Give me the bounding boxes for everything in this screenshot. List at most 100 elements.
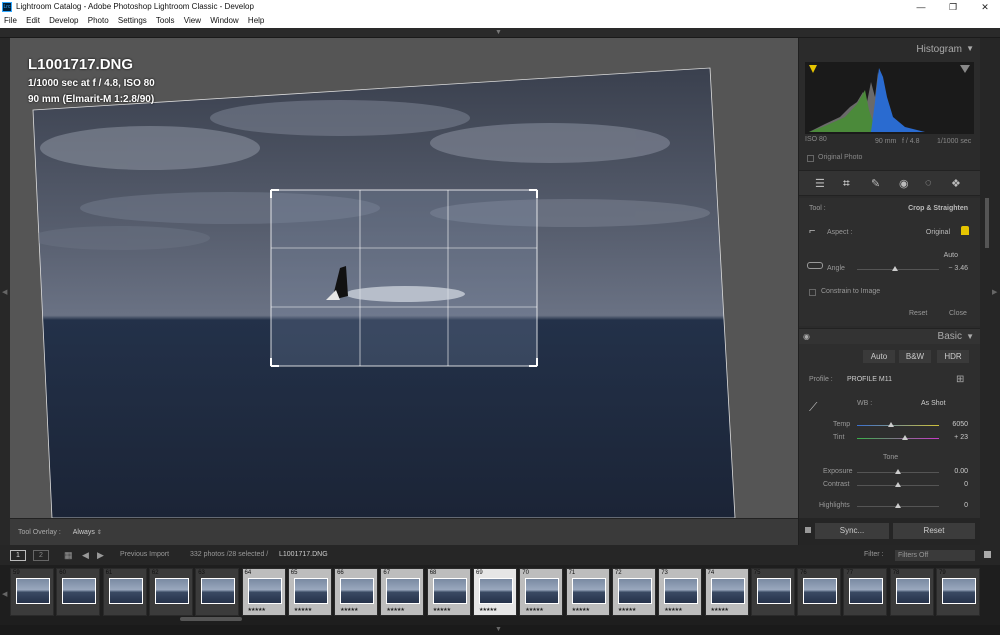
maximize-button[interactable]: ❐ (938, 0, 968, 14)
temp-slider-knob[interactable] (888, 422, 894, 427)
eye-icon[interactable]: ◉ (803, 332, 810, 341)
filmstrip-scroll-thumb[interactable] (180, 617, 242, 621)
filmstrip-thumbnail[interactable]: 77 (843, 568, 888, 616)
masking-icon[interactable]: ◌ (925, 177, 932, 189)
temp-value[interactable]: 6050 (952, 421, 968, 428)
filmstrip-thumbnail[interactable]: 64 ★★★★★ (241, 568, 286, 616)
basic-hdr-button[interactable]: HDR (937, 350, 969, 363)
contrast-value[interactable]: 0 (964, 481, 968, 488)
filmstrip-thumbnail[interactable]: 72 ★★★★★ (611, 568, 656, 616)
filmstrip-thumbnail[interactable]: 67 ★★★★★ (380, 568, 425, 616)
highlights-value[interactable]: 0 (964, 502, 968, 509)
straighten-tool-icon[interactable] (807, 262, 823, 269)
filmstrip-thumbnail[interactable]: 63 (195, 568, 240, 616)
lock-icon[interactable] (961, 226, 969, 235)
filmstrip-thumbnail[interactable]: 65 ★★★★★ (287, 568, 332, 616)
original-photo-checkbox[interactable] (807, 155, 814, 162)
filmstrip-left-arrow[interactable]: ◀ (2, 590, 7, 598)
presets-icon[interactable]: ❖ (951, 177, 961, 190)
right-panel-scrollbar[interactable]: ▶ (980, 38, 1000, 545)
crop-close-button[interactable]: Close (949, 310, 967, 317)
basic-bw-button[interactable]: B&W (899, 350, 931, 363)
chevron-down-icon[interactable]: ▼ (966, 44, 974, 53)
close-window-button[interactable]: ✕ (970, 0, 1000, 14)
histogram-title[interactable]: Histogram (916, 44, 962, 55)
highlights-slider-knob[interactable] (895, 503, 901, 508)
filmstrip-thumbnail[interactable]: 70 ★★★★★ (519, 568, 564, 616)
left-panel-toggle[interactable]: ◀ (0, 38, 10, 545)
filmstrip-thumbnail[interactable]: 68 ★★★★★ (426, 568, 471, 616)
filmstrip[interactable]: ◀ 59 60 61 62 63 64 ★★★★★ 65 ★★★★★ 66 ★★★★★ 67 ★★★★★… (0, 565, 1000, 625)
menu-file[interactable]: File (4, 16, 17, 25)
angle-slider-knob[interactable] (892, 266, 898, 271)
menu-edit[interactable]: Edit (26, 16, 40, 25)
minimize-button[interactable]: — (906, 0, 936, 14)
filmstrip-thumbnail[interactable]: 73 ★★★★★ (658, 568, 703, 616)
angle-auto-button[interactable]: Auto (944, 252, 958, 259)
wb-select[interactable]: As Shot (921, 400, 946, 407)
photo-canvas[interactable]: L1001717.DNG 1/1000 sec at f / 4.8, ISO … (10, 38, 798, 518)
filmstrip-thumbnail[interactable]: 69 ★★★★★ (473, 568, 517, 616)
back-arrow-icon[interactable]: ◀ (82, 545, 89, 565)
scrollbar-thumb[interactable] (985, 198, 989, 248)
tint-slider[interactable] (857, 438, 939, 439)
menu-develop[interactable]: Develop (49, 16, 78, 25)
filmstrip-thumbnail[interactable]: 61 (102, 568, 147, 616)
basic-header[interactable]: ◉ Basic ▼ (799, 328, 980, 344)
menu-tools[interactable]: Tools (156, 16, 175, 25)
filmstrip-thumbnail[interactable]: 62 (148, 568, 193, 616)
eyedropper-icon[interactable]: ⟋ (809, 400, 817, 415)
filmstrip-thumbnail[interactable]: 66 ★★★★★ (334, 568, 379, 616)
filmstrip-thumbnail[interactable]: 60 (56, 568, 101, 616)
bottom-panel-toggle[interactable]: ▼ (0, 625, 1000, 635)
crop-icon[interactable]: ⌗ (843, 176, 850, 191)
menu-help[interactable]: Help (248, 16, 264, 25)
constrain-checkbox[interactable] (809, 289, 816, 296)
filmstrip-thumbnail[interactable]: 79 (936, 568, 980, 616)
histogram-graph[interactable]: ISO 80 (805, 62, 974, 143)
grid-view-icon[interactable]: ▦ (64, 545, 73, 565)
angle-value[interactable]: − 3.46 (948, 265, 968, 272)
contrast-slider-knob[interactable] (895, 482, 901, 487)
menu-view[interactable]: View (184, 16, 201, 25)
source-label[interactable]: Previous Import (120, 545, 169, 565)
exposure-slider-knob[interactable] (895, 469, 901, 474)
tool-overlay-select[interactable]: Always (73, 529, 95, 536)
profile-browser-icon[interactable]: ⊞ (956, 374, 964, 385)
basic-auto-button[interactable]: Auto (863, 350, 895, 363)
menu-window[interactable]: Window (210, 16, 238, 25)
tint-value[interactable]: + 23 (954, 434, 968, 441)
menu-settings[interactable]: Settings (118, 16, 147, 25)
aspect-select[interactable]: Original (926, 229, 950, 236)
main-view-button[interactable]: 1 (10, 550, 26, 561)
filmstrip-thumbnail[interactable]: 75 (750, 568, 795, 616)
exposure-value[interactable]: 0.00 (954, 468, 968, 475)
angle-slider[interactable] (857, 269, 939, 270)
filmstrip-thumbnail[interactable]: 59 (10, 568, 54, 616)
menu-photo[interactable]: Photo (88, 16, 109, 25)
filmstrip-thumbnail[interactable]: 71 ★★★★★ (565, 568, 610, 616)
filter-select[interactable]: Filters Off (895, 550, 975, 561)
filmstrip-thumbnail[interactable]: 76 (797, 568, 842, 616)
heal-icon[interactable]: ✎ (871, 177, 880, 190)
filter-lock-icon[interactable] (984, 551, 991, 558)
reset-button[interactable]: Reset (893, 523, 975, 539)
filmstrip-thumbnail[interactable]: 74 ★★★★★ (704, 568, 749, 616)
crop-reset-button[interactable]: Reset (909, 310, 927, 317)
current-file[interactable]: L1001717.DNG (279, 545, 328, 565)
filmstrip-thumbnail[interactable]: 78 (889, 568, 934, 616)
sliders-icon[interactable]: ☰ (815, 177, 825, 190)
tint-slider-knob[interactable] (902, 435, 908, 440)
redeye-icon[interactable]: ◉ (899, 177, 909, 190)
temp-slider[interactable] (857, 425, 939, 426)
sync-toggle-switch[interactable] (805, 527, 811, 533)
collapse-right-icon[interactable]: ▶ (992, 288, 997, 296)
crop-frame-icon[interactable]: ⌐ (809, 225, 815, 237)
profile-select[interactable]: PROFILE M11 (847, 376, 892, 383)
second-view-button[interactable]: 2 (33, 550, 49, 561)
thumbnail-image (16, 578, 50, 604)
top-panel-toggle[interactable]: ▼ (0, 28, 1000, 38)
chevron-updown-icon[interactable]: ⇕ (97, 530, 102, 536)
forward-arrow-icon[interactable]: ▶ (97, 545, 104, 565)
sync-button[interactable]: Sync... (815, 523, 889, 539)
